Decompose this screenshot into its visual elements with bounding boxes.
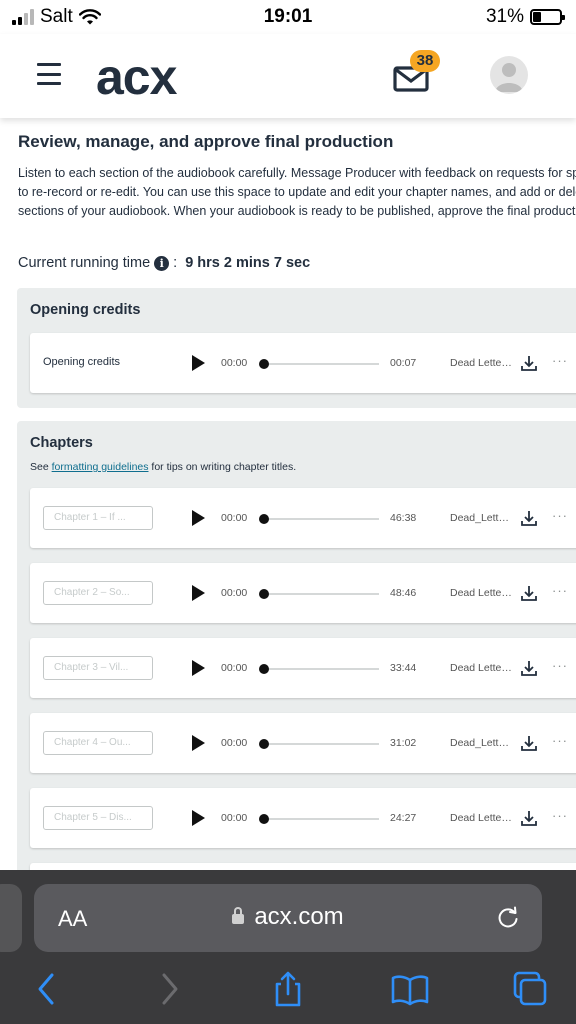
note-suffix: for tips on writing chapter titles. xyxy=(148,461,297,473)
file-name: Dead Letters_Ch05.mp3 xyxy=(450,812,512,824)
opening-credits-section: Opening credits Opening credits 00:00 00… xyxy=(17,288,576,408)
chapter-row: Chapter 3 – Vil... 00:00 33:44 Dead Lett… xyxy=(30,638,576,698)
play-icon[interactable] xyxy=(192,810,205,826)
duration: 00:07 xyxy=(390,357,417,369)
url-display[interactable]: acx.com xyxy=(34,903,542,931)
running-time-separator: : xyxy=(173,255,178,271)
file-name: Dead Letters_Opening Credits.mp3 xyxy=(450,357,512,369)
menu-icon[interactable] xyxy=(37,63,61,85)
chapter-row: Chapter 2 – So... 00:00 48:46 Dead Lette… xyxy=(30,563,576,623)
chapter-row: Chapter 5 – Dis... 00:00 24:27 Dead Lett… xyxy=(30,788,576,848)
current-time: 00:00 xyxy=(221,587,248,599)
progress-handle[interactable] xyxy=(259,814,269,824)
progress-track[interactable] xyxy=(263,518,379,520)
battery-icon xyxy=(530,9,565,25)
main-content: Review, manage, and approve final produc… xyxy=(0,118,576,870)
progress-handle[interactable] xyxy=(259,359,269,369)
file-name: Dead Letters_Ch02.mp3 xyxy=(450,587,512,599)
progress-track[interactable] xyxy=(263,593,379,595)
download-icon[interactable] xyxy=(520,584,538,602)
progress-track[interactable] xyxy=(263,818,379,820)
lock-icon xyxy=(232,907,245,924)
previous-tab-edge[interactable] xyxy=(0,884,22,952)
chapter-row xyxy=(30,863,576,870)
running-time-label: Current running time xyxy=(18,255,151,271)
more-options-icon[interactable]: ··· xyxy=(552,733,568,748)
running-time-value: 9 hrs 2 mins 7 sec xyxy=(185,255,311,271)
current-time: 00:00 xyxy=(221,737,248,749)
play-icon[interactable] xyxy=(192,735,205,751)
current-time: 00:00 xyxy=(221,512,248,524)
current-time: 00:00 xyxy=(221,357,248,369)
file-name: Dead_Letters_Ch01.mp3 xyxy=(450,512,512,524)
chapters-section: Chapters See formatting guidelines for t… xyxy=(17,421,576,870)
play-icon[interactable] xyxy=(192,660,205,676)
duration: 33:44 xyxy=(390,662,417,674)
download-icon[interactable] xyxy=(520,809,538,827)
section-title: Opening credits xyxy=(30,302,141,318)
battery-group: 31% xyxy=(485,6,565,28)
file-name: Dead Letters_Ch03.mp3 xyxy=(450,662,512,674)
user-icon xyxy=(495,63,523,92)
page-description: Listen to each section of the audiobook … xyxy=(18,166,576,218)
progress-handle[interactable] xyxy=(259,514,269,524)
current-time: 00:00 xyxy=(221,812,248,824)
reload-icon[interactable] xyxy=(494,904,522,932)
play-icon[interactable] xyxy=(192,355,205,371)
page-title: Review, manage, and approve final produc… xyxy=(18,132,394,151)
running-time: Current running time i : 9 hrs 2 mins 7 … xyxy=(18,255,310,271)
download-icon[interactable] xyxy=(520,509,538,527)
address-bar[interactable]: AA acx.com xyxy=(34,884,542,952)
chapter-title-input[interactable]: Chapter 2 – So... xyxy=(43,581,153,605)
progress-handle[interactable] xyxy=(259,589,269,599)
chapter-title-input[interactable]: Chapter 4 – Ou... xyxy=(43,731,153,755)
progress-track[interactable] xyxy=(263,363,379,365)
message-count-badge: 38 xyxy=(410,50,440,72)
download-icon[interactable] xyxy=(520,659,538,677)
url-text: acx.com xyxy=(254,903,344,930)
tabs-icon[interactable] xyxy=(511,970,549,1008)
play-icon[interactable] xyxy=(192,585,205,601)
duration: 31:02 xyxy=(390,737,417,749)
app-header: acx 38 xyxy=(0,34,576,118)
progress-handle[interactable] xyxy=(259,739,269,749)
download-icon[interactable] xyxy=(520,734,538,752)
more-options-icon[interactable]: ··· xyxy=(552,808,568,823)
progress-handle[interactable] xyxy=(259,664,269,674)
play-icon[interactable] xyxy=(192,510,205,526)
more-options-icon[interactable]: ··· xyxy=(552,353,568,368)
share-icon[interactable] xyxy=(271,970,305,1008)
acx-logo[interactable]: acx xyxy=(96,48,177,106)
note-prefix: See xyxy=(30,461,52,473)
more-options-icon[interactable]: ··· xyxy=(552,658,568,673)
duration: 24:27 xyxy=(390,812,417,824)
more-options-icon[interactable]: ··· xyxy=(552,508,568,523)
status-bar: Salt 19:01 31% xyxy=(0,0,576,34)
section-title: Chapters xyxy=(30,435,93,451)
download-icon[interactable] xyxy=(520,354,538,372)
chapter-row: Chapter 4 – Ou... 00:00 31:02 Dead_Lette… xyxy=(30,713,576,773)
back-icon[interactable] xyxy=(30,970,64,1008)
track-label: Opening credits xyxy=(43,356,121,368)
duration: 48:46 xyxy=(390,587,417,599)
chapter-title-input[interactable]: Chapter 1 – If ... xyxy=(43,506,153,530)
more-options-icon[interactable]: ··· xyxy=(552,583,568,598)
info-icon[interactable]: i xyxy=(154,255,170,271)
chapter-title-input[interactable]: Chapter 5 – Dis... xyxy=(43,806,153,830)
chapter-title-input[interactable]: Chapter 3 – Vil... xyxy=(43,656,153,680)
file-name: Dead_Letters_Ch04.mp3 xyxy=(450,737,512,749)
avatar[interactable] xyxy=(490,56,528,94)
battery-percent: 31% xyxy=(485,6,524,27)
bookmarks-icon[interactable] xyxy=(390,970,430,1008)
progress-track[interactable] xyxy=(263,668,379,670)
duration: 46:38 xyxy=(390,512,417,524)
progress-track[interactable] xyxy=(263,743,379,745)
track-row: Opening credits 00:00 00:07 Dead Letters… xyxy=(30,333,576,393)
chapters-note: See formatting guidelines for tips on wr… xyxy=(30,461,296,473)
forward-icon[interactable] xyxy=(152,970,186,1008)
browser-chrome: AA acx.com xyxy=(0,870,576,1024)
current-time: 00:00 xyxy=(221,662,248,674)
formatting-guidelines-link[interactable]: formatting guidelines xyxy=(52,461,149,473)
chapter-row: Chapter 1 – If ... 00:00 46:38 Dead_Lett… xyxy=(30,488,576,548)
